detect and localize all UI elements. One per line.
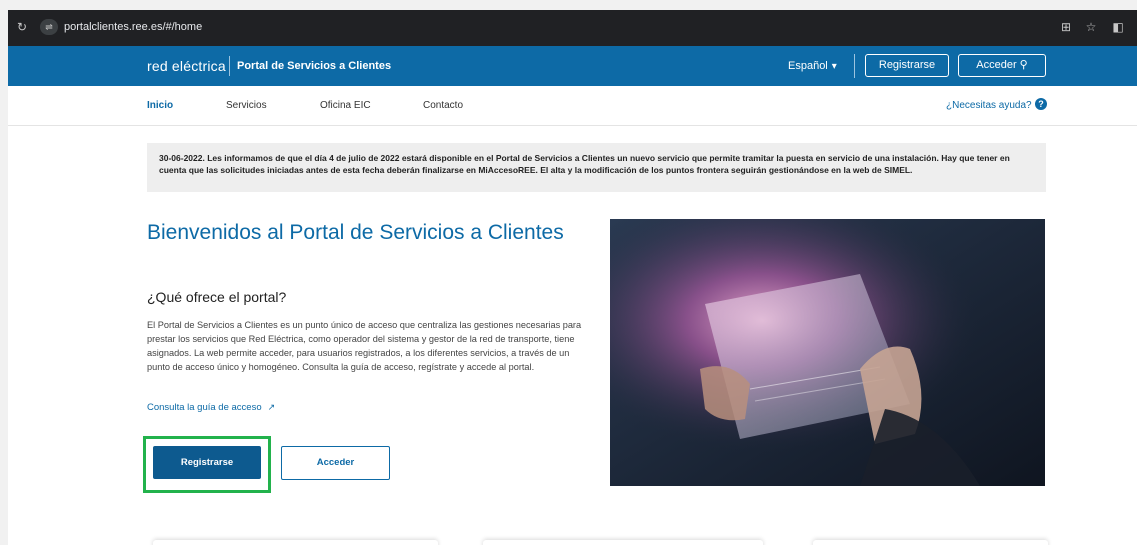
reload-icon[interactable]: ↻ <box>14 19 30 35</box>
header-login-label: Acceder <box>976 59 1017 71</box>
register-button[interactable]: Registrarse <box>153 446 261 479</box>
language-selector[interactable]: Español ▾ <box>788 59 837 74</box>
bookmark-star-icon[interactable]: ☆ <box>1083 19 1099 35</box>
address-bar[interactable]: portalclientes.ree.es/#/home <box>64 20 202 34</box>
section-subtitle: ¿Qué ofrece el portal? <box>147 289 287 305</box>
login-button[interactable]: Acceder <box>281 446 390 480</box>
help-icon[interactable]: ? <box>1035 98 1047 110</box>
nav-item-contacto[interactable]: Contacto <box>423 99 463 112</box>
help-link[interactable]: ¿Necesitas ayuda? <box>946 99 1032 112</box>
page-title: Bienvenidos al Portal de Servicios a Cli… <box>147 221 564 244</box>
user-icon: ⚲ <box>1019 59 1028 71</box>
service-card[interactable] <box>813 540 1048 545</box>
header-register-button[interactable]: Registrarse <box>865 54 949 77</box>
header-divider <box>854 54 855 78</box>
site-info-icon[interactable]: ⇌ <box>40 19 58 35</box>
nav-item-inicio[interactable]: Inicio <box>147 99 173 112</box>
brand-logo[interactable]: red eléctrica <box>147 57 226 75</box>
site-header: red eléctrica Portal de Servicios a Clie… <box>8 46 1137 86</box>
service-card[interactable] <box>483 540 763 545</box>
notice-banner: 30-06-2022. Les informamos de que el día… <box>147 143 1046 192</box>
nav-item-oficina-eic[interactable]: Oficina EIC <box>320 99 371 112</box>
service-card[interactable] <box>153 540 438 545</box>
apps-icon[interactable]: ⊞ <box>1058 19 1074 35</box>
nav-item-servicios[interactable]: Servicios <box>226 99 267 112</box>
browser-window: ↻ ⇌ portalclientes.ree.es/#/home ⊞ ☆ ◧ r… <box>8 10 1137 545</box>
language-label: Español <box>788 60 828 72</box>
portal-description: El Portal de Servicios a Clientes es un … <box>147 320 582 372</box>
browser-toolbar: ↻ ⇌ portalclientes.ree.es/#/home ⊞ ☆ ◧ <box>8 10 1137 46</box>
hero-image <box>610 219 1045 486</box>
main-nav: Inicio Servicios Oficina EIC Contacto ¿N… <box>8 86 1137 126</box>
portal-title: Portal de Servicios a Clientes <box>237 60 392 72</box>
guide-link-label: Consulta la guía de acceso <box>147 402 262 413</box>
header-login-button[interactable]: Acceder ⚲ <box>958 54 1046 77</box>
external-link-icon: ↗ <box>267 402 276 412</box>
brand-divider <box>229 56 230 76</box>
guide-link[interactable]: Consulta la guía de acceso ↗ <box>147 401 275 414</box>
chevron-down-icon: ▾ <box>831 61 837 72</box>
side-panel-icon[interactable]: ◧ <box>1110 19 1126 35</box>
